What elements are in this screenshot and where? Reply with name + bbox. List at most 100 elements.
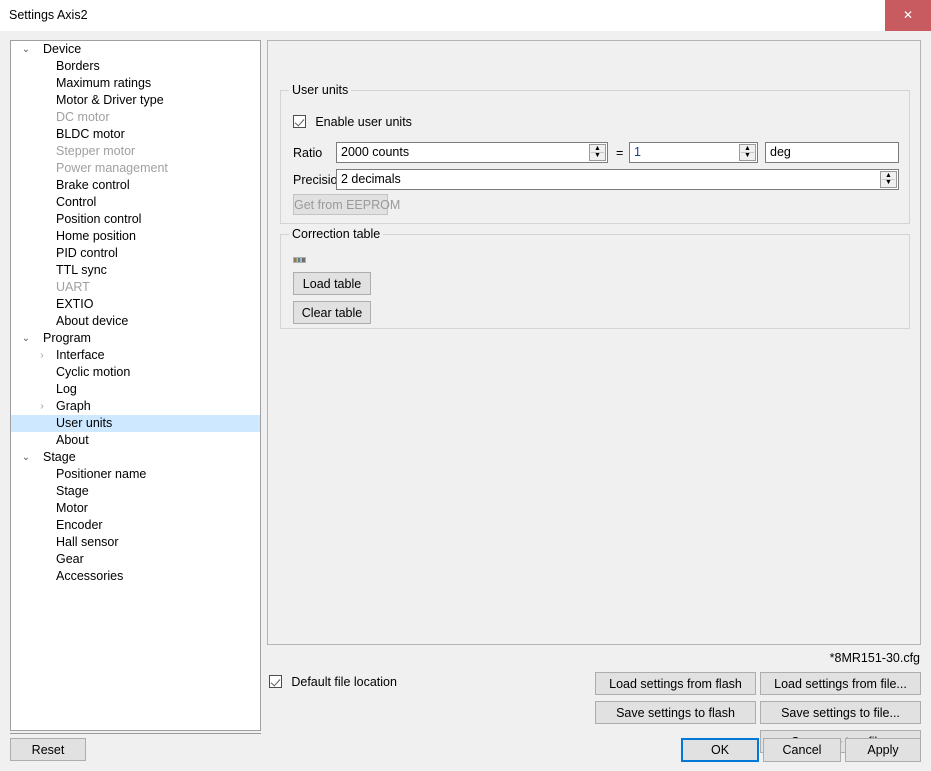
load-settings-from-flash-button[interactable]: Load settings from flash bbox=[595, 672, 756, 695]
settings-content-panel: User units Enable user units Ratio 2000 … bbox=[267, 40, 921, 645]
tree-item-control[interactable]: Control bbox=[11, 194, 260, 211]
tree-item-stage[interactable]: Stage bbox=[11, 483, 260, 500]
tree-item-label: Accessories bbox=[56, 569, 124, 583]
tree-item-log[interactable]: Log bbox=[11, 381, 260, 398]
apply-button[interactable]: Apply bbox=[845, 738, 921, 762]
tree-item-label: Borders bbox=[56, 59, 100, 73]
spin-down-icon[interactable]: ▼ bbox=[740, 152, 755, 160]
tree-item-home-position[interactable]: Home position bbox=[11, 228, 260, 245]
reset-button[interactable]: Reset bbox=[10, 738, 86, 761]
chevron-down-icon[interactable]: ⌄ bbox=[19, 330, 33, 347]
ratio-label: Ratio bbox=[293, 146, 323, 160]
tree-item-label: PID control bbox=[56, 246, 118, 260]
dialog-body: ⌄ Device Borders Maximum ratings Motor & Dri… bbox=[0, 31, 931, 771]
ratio-units-spin-buttons[interactable]: ▲ ▼ bbox=[739, 144, 756, 161]
user-units-group: User units Enable user units Ratio 2000 … bbox=[280, 83, 910, 224]
tree-item-ttl-sync[interactable]: TTL sync bbox=[11, 262, 260, 279]
tree-item-label: Home position bbox=[56, 229, 136, 243]
tree-item-label: Position control bbox=[56, 212, 142, 226]
tree-item-label: User units bbox=[56, 416, 113, 430]
window-title: Settings Axis2 bbox=[9, 8, 88, 22]
user-units-group-title: User units bbox=[289, 83, 352, 97]
save-settings-to-file-button[interactable]: Save settings to file... bbox=[760, 701, 921, 724]
tree-item-dc-motor[interactable]: DC motor bbox=[11, 109, 260, 126]
clear-table-button[interactable]: Clear table bbox=[293, 301, 371, 324]
tree-item-label: TTL sync bbox=[56, 263, 107, 277]
tree-item-positioner-name[interactable]: Positioner name bbox=[11, 466, 260, 483]
chevron-right-icon[interactable]: › bbox=[35, 347, 49, 364]
tree-item-stepper-motor[interactable]: Stepper motor bbox=[11, 143, 260, 160]
correction-table-group: Correction table Load table Clear table bbox=[280, 227, 910, 329]
tree-item-interface[interactable]: › Interface bbox=[11, 347, 260, 364]
load-settings-from-file-button[interactable]: Load settings from file... bbox=[760, 672, 921, 695]
enable-user-units-checkbox[interactable]: Enable user units bbox=[293, 115, 412, 129]
tree-item-device[interactable]: ⌄ Device bbox=[11, 41, 260, 58]
tree-item-borders[interactable]: Borders bbox=[11, 58, 260, 75]
tree-item-label: Stepper motor bbox=[56, 144, 136, 158]
footer-separator bbox=[10, 733, 261, 734]
tree-item-pid-control[interactable]: PID control bbox=[11, 245, 260, 262]
window-title-bar: Settings Axis2 ✕ bbox=[0, 0, 931, 32]
tree-item-maximum-ratings[interactable]: Maximum ratings bbox=[11, 75, 260, 92]
tree-item-bldc-motor[interactable]: BLDC motor bbox=[11, 126, 260, 143]
tree-item-label: Program bbox=[43, 331, 91, 345]
tree-item-uart[interactable]: UART bbox=[11, 279, 260, 296]
tree-item-hall-sensor[interactable]: Hall sensor bbox=[11, 534, 260, 551]
tree-item-label: UART bbox=[56, 280, 90, 294]
precision-spinner[interactable]: 2 decimals ▲ ▼ bbox=[336, 169, 899, 190]
spin-down-icon[interactable]: ▼ bbox=[590, 152, 605, 160]
tree-item-stage[interactable]: ⌄ Stage bbox=[11, 449, 260, 466]
tree-item-power-management[interactable]: Power management bbox=[11, 160, 260, 177]
default-file-location-checkbox[interactable]: Default file location bbox=[269, 675, 397, 689]
enable-user-units-label: Enable user units bbox=[315, 115, 412, 129]
tree-item-brake-control[interactable]: Brake control bbox=[11, 177, 260, 194]
ratio-counts-spin-buttons[interactable]: ▲ ▼ bbox=[589, 144, 606, 161]
tree-item-label: Log bbox=[56, 382, 77, 396]
config-filename: *8MR151-30.cfg bbox=[829, 651, 920, 665]
tree-item-gear[interactable]: Gear bbox=[11, 551, 260, 568]
close-icon: ✕ bbox=[902, 8, 914, 22]
tree-item-motor-driver-type[interactable]: Motor & Driver type bbox=[11, 92, 260, 109]
tree-item-graph[interactable]: › Graph bbox=[11, 398, 260, 415]
ratio-counts-spinner[interactable]: 2000 counts ▲ ▼ bbox=[336, 142, 608, 163]
save-settings-to-flash-button[interactable]: Save settings to flash bbox=[595, 701, 756, 724]
tree-item-label: Stage bbox=[43, 450, 76, 464]
default-file-location-label: Default file location bbox=[291, 675, 397, 689]
ratio-units-spinner[interactable]: 1 ▲ ▼ bbox=[629, 142, 758, 163]
ratio-units-value: 1 bbox=[630, 143, 738, 162]
ok-button[interactable]: OK bbox=[681, 738, 759, 762]
close-button[interactable]: ✕ bbox=[885, 0, 931, 31]
spin-down-icon[interactable]: ▼ bbox=[881, 179, 896, 187]
checkbox-box bbox=[293, 115, 306, 128]
tree-item-position-control[interactable]: Position control bbox=[11, 211, 260, 228]
tree-item-motor[interactable]: Motor bbox=[11, 500, 260, 517]
tree-item-label: About bbox=[56, 433, 89, 447]
tree-item-label: EXTIO bbox=[56, 297, 94, 311]
settings-tree[interactable]: ⌄ Device Borders Maximum ratings Motor & Dri… bbox=[10, 40, 261, 731]
tree-item-label: Maximum ratings bbox=[56, 76, 152, 90]
equals-sign: = bbox=[616, 146, 624, 160]
get-from-eeprom-button[interactable]: Get from EEPROM bbox=[293, 194, 400, 215]
tree-item-accessories[interactable]: Accessories bbox=[11, 568, 260, 585]
tree-item-user-units[interactable]: User units bbox=[11, 415, 260, 432]
precision-value: 2 decimals bbox=[337, 170, 879, 189]
tree-item-about[interactable]: About bbox=[11, 432, 260, 449]
tree-item-label: Hall sensor bbox=[56, 535, 119, 549]
tree-item-label: DC motor bbox=[56, 110, 110, 124]
cancel-button[interactable]: Cancel bbox=[763, 738, 841, 762]
tree-item-label: Encoder bbox=[56, 518, 103, 532]
tree-item-cyclic-motion[interactable]: Cyclic motion bbox=[11, 364, 260, 381]
table-preview-icon bbox=[293, 257, 306, 263]
tree-item-extio[interactable]: EXTIO bbox=[11, 296, 260, 313]
load-table-button[interactable]: Load table bbox=[293, 272, 371, 295]
tree-item-label: Device bbox=[43, 42, 82, 56]
tree-item-label: Stage bbox=[56, 484, 89, 498]
unit-name-input[interactable]: deg bbox=[765, 142, 899, 163]
tree-item-program[interactable]: ⌄ Program bbox=[11, 330, 260, 347]
chevron-down-icon[interactable]: ⌄ bbox=[19, 41, 33, 58]
tree-item-encoder[interactable]: Encoder bbox=[11, 517, 260, 534]
tree-item-about-device[interactable]: About device bbox=[11, 313, 260, 330]
chevron-down-icon[interactable]: ⌄ bbox=[19, 449, 33, 466]
chevron-right-icon[interactable]: › bbox=[35, 398, 49, 415]
precision-spin-buttons[interactable]: ▲ ▼ bbox=[880, 171, 897, 188]
